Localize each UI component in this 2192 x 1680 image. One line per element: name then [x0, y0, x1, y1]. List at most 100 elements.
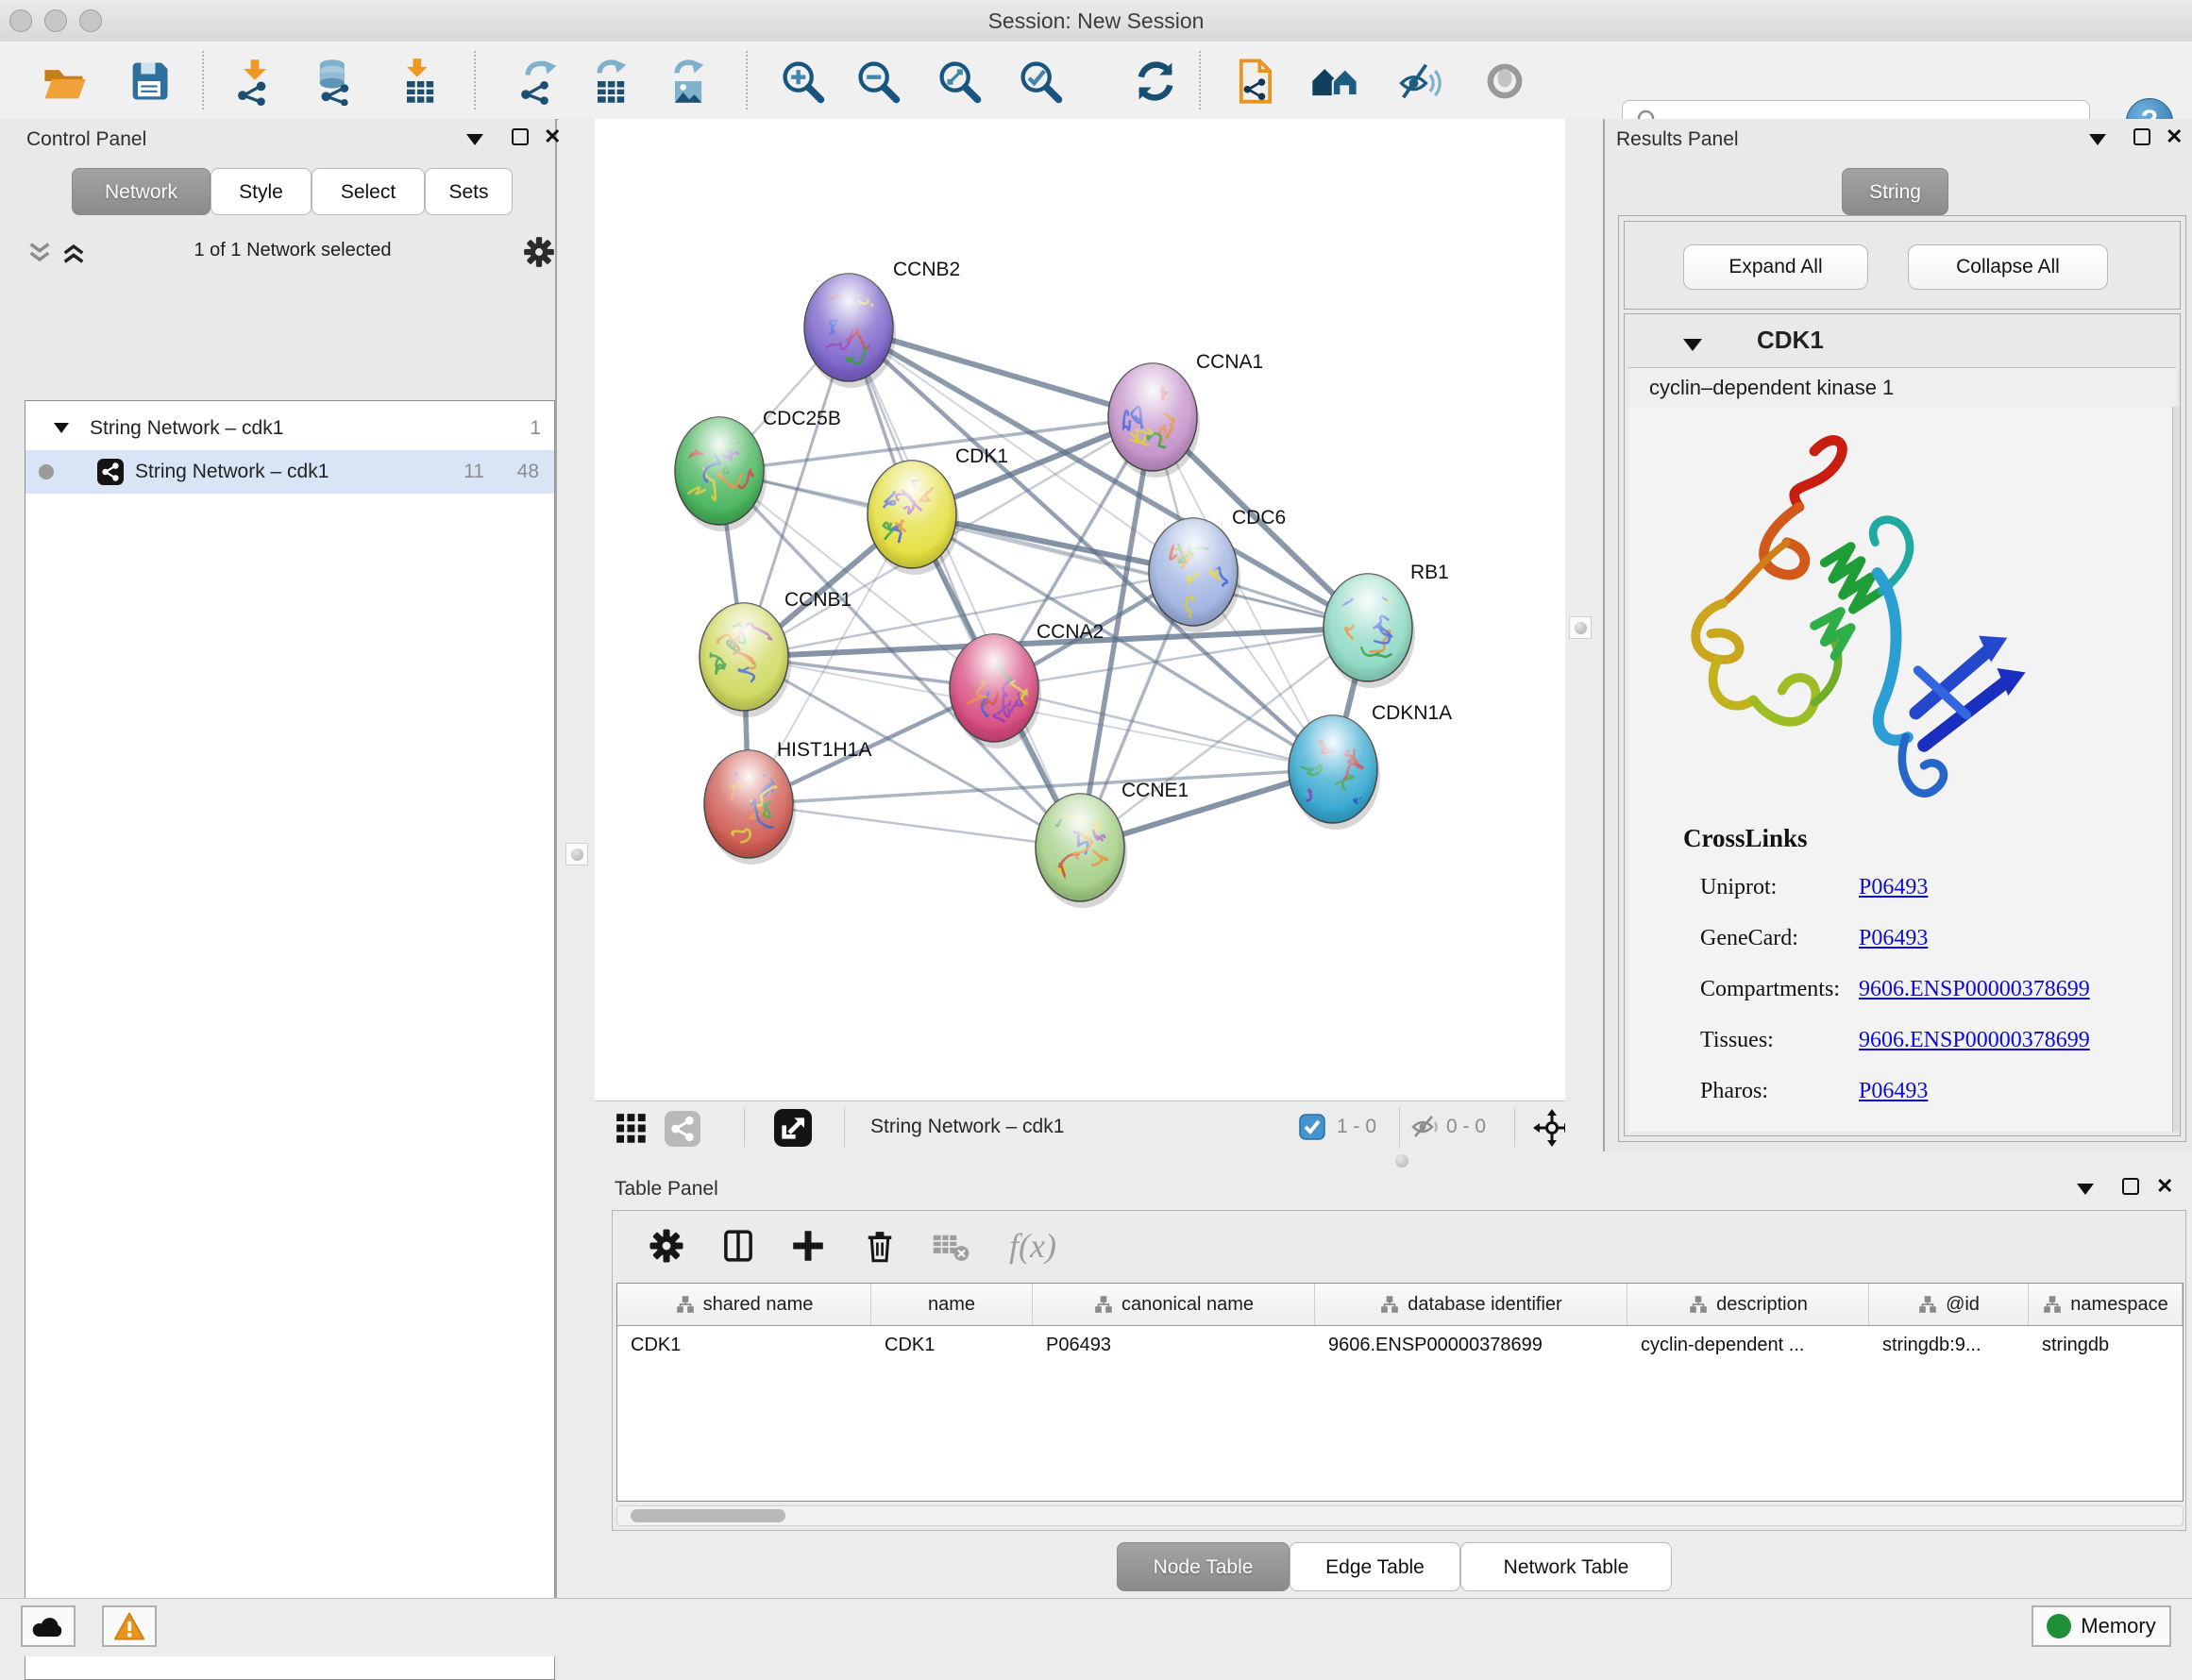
left-splitter-handle[interactable]: [565, 843, 588, 865]
gene-collapse-arrow-icon[interactable]: [1683, 339, 1702, 351]
table-panel-menu-arrow-icon[interactable]: [2077, 1184, 2094, 1195]
network-node-CDK1[interactable]: CDK1: [868, 445, 1008, 575]
zoom-in-button[interactable]: [776, 55, 829, 108]
crosslink-link[interactable]: 9606.ENSP00000378699: [1859, 1028, 2090, 1053]
tab-select[interactable]: Select: [312, 168, 425, 215]
gear-icon[interactable]: [521, 234, 557, 270]
network-tree-root-row[interactable]: String Network – cdk1 1: [25, 407, 554, 450]
hidden-eye-icon[interactable]: [1410, 1114, 1441, 1140]
collapse-all-button[interactable]: Collapse All: [1908, 244, 2108, 290]
tab-node-table[interactable]: Node Table: [1117, 1542, 1290, 1591]
collapse-all-icon[interactable]: [26, 240, 53, 266]
expand-all-icon[interactable]: [60, 240, 87, 266]
export-network-icon: [514, 57, 563, 106]
network-graph[interactable]: CCNB2CCNA1CDC25BCDK1CDC6RB1CCNB1CCNA2CDK…: [595, 119, 1565, 1100]
selected-checkbox-icon[interactable]: [1299, 1114, 1325, 1140]
delete-columns-trash-icon[interactable]: [860, 1226, 900, 1266]
right-splitter-handle[interactable]: [1569, 616, 1592, 639]
zoom-fit-button[interactable]: [933, 55, 986, 108]
network-canvas[interactable]: CCNB2CCNA1CDC25BCDK1CDC6RB1CCNB1CCNA2CDK…: [595, 119, 1565, 1100]
expand-all-button[interactable]: Expand All: [1683, 244, 1868, 290]
network-tree-child-row[interactable]: String Network – cdk1 11 48: [25, 450, 554, 494]
delete-table-icon[interactable]: [932, 1230, 971, 1264]
hide-selected-button[interactable]: [1393, 55, 1446, 108]
column-header-database-identifier[interactable]: database identifier: [1315, 1284, 1627, 1325]
horizontal-splitter[interactable]: [595, 1151, 2192, 1170]
table-gear-icon[interactable]: [647, 1226, 686, 1266]
network-node-CCNA2[interactable]: CCNA2: [950, 621, 1104, 748]
crosslink-link[interactable]: P06493: [1859, 926, 1928, 951]
table-panel-close-button[interactable]: ✕: [2156, 1176, 2173, 1197]
tab-string[interactable]: String: [1842, 168, 1948, 215]
show-all-button[interactable]: [1478, 55, 1531, 108]
first-neighbors-button[interactable]: [1308, 55, 1361, 108]
results-panel-menu-arrow-icon[interactable]: [2089, 134, 2106, 145]
control-panel-menu-arrow-icon[interactable]: [466, 134, 483, 145]
column-header-shared-name[interactable]: shared name: [617, 1284, 871, 1325]
table-horizontal-scrollbar[interactable]: [616, 1505, 2184, 1526]
network-node-RB1[interactable]: RB1: [1324, 562, 1449, 688]
column-header-namespace[interactable]: namespace: [2029, 1284, 2183, 1325]
toolbar-separator: [746, 51, 748, 109]
export-table-button[interactable]: [583, 55, 636, 108]
table-panel-float-button[interactable]: [2122, 1178, 2139, 1195]
tab-style[interactable]: Style: [211, 168, 312, 215]
results-panel-close-button[interactable]: ✕: [2166, 126, 2183, 147]
column-header-name[interactable]: name: [871, 1284, 1033, 1325]
column-header--id[interactable]: @id: [1869, 1284, 2029, 1325]
column-header-canonical-name[interactable]: canonical name: [1033, 1284, 1315, 1325]
import-network-from-database-button[interactable]: [308, 55, 361, 108]
create-column-icon[interactable]: [788, 1226, 828, 1266]
export-network-button[interactable]: [512, 55, 565, 108]
crosslink-row: GeneCard:P06493: [1700, 913, 2153, 964]
network-edge[interactable]: [994, 688, 1333, 769]
open-session-button[interactable]: [38, 55, 91, 108]
grid-view-icon[interactable]: [615, 1113, 648, 1145]
tree-expand-arrow-icon[interactable]: [54, 423, 69, 433]
network-node-CDKN1A[interactable]: CDKN1A: [1288, 702, 1452, 830]
results-panel-float-button[interactable]: [2133, 128, 2150, 145]
gene-description: cyclin–dependent kinase 1: [1649, 376, 1894, 400]
selected-count-badge: 1 - 0: [1337, 1101, 1376, 1152]
tab-network[interactable]: Network: [72, 168, 211, 215]
crosslink-link[interactable]: P06493: [1859, 875, 1928, 900]
memory-button[interactable]: Memory: [2032, 1605, 2171, 1647]
import-table-from-file-button[interactable]: [393, 55, 446, 108]
crosslink-link[interactable]: P06493: [1859, 1079, 1928, 1104]
right-splitter[interactable]: [1565, 119, 1603, 1151]
zoom-selected-button[interactable]: [1014, 55, 1067, 108]
results-scrollbar[interactable]: [2172, 407, 2179, 1132]
tab-sets[interactable]: Sets: [425, 168, 513, 215]
crosslink-link[interactable]: 9606.ENSP00000378699: [1859, 977, 2090, 1002]
crosslink-row: Pharos:P06493: [1700, 1066, 2153, 1117]
zoom-selected-icon: [1016, 57, 1065, 106]
warning-status-button[interactable]: [102, 1605, 157, 1647]
horizontal-splitter-handle[interactable]: [1395, 1154, 1408, 1168]
select-columns-icon[interactable]: [718, 1226, 758, 1266]
network-node-HIST1H1A[interactable]: HIST1H1A: [704, 739, 871, 865]
network-from-file-button[interactable]: [1229, 55, 1282, 108]
left-splitter[interactable]: [559, 119, 595, 1598]
edge-layer: [719, 328, 1368, 848]
import-network-from-file-button[interactable]: [228, 55, 281, 108]
network-edge[interactable]: [849, 328, 1080, 848]
scrollbar-thumb[interactable]: [631, 1509, 785, 1522]
cloud-status-button[interactable]: [21, 1605, 76, 1647]
apply-layout-button[interactable]: [1129, 55, 1182, 108]
zoom-out-button[interactable]: [852, 55, 904, 108]
export-image-button[interactable]: [661, 55, 714, 108]
apply-function-icon: f(x): [1009, 1226, 1056, 1266]
share-view-icon[interactable]: [665, 1111, 700, 1147]
save-session-button[interactable]: [123, 55, 176, 108]
network-node-CCNB2[interactable]: CCNB2: [804, 259, 960, 388]
tab-edge-table[interactable]: Edge Table: [1290, 1542, 1460, 1591]
network-node-CCNA1[interactable]: CCNA1: [1103, 351, 1263, 478]
tab-network-table[interactable]: Network Table: [1460, 1542, 1672, 1591]
column-header-description[interactable]: description: [1627, 1284, 1869, 1325]
birds-eye-view-icon[interactable]: [774, 1109, 812, 1147]
table-row[interactable]: CDK1CDK1P064939606.ENSP00000378699cyclin…: [617, 1326, 2183, 1364]
zoom-out-icon: [853, 57, 902, 106]
network-edge[interactable]: [912, 514, 1368, 628]
network-edge[interactable]: [749, 804, 1080, 848]
control-panel-float-button[interactable]: [512, 128, 529, 145]
